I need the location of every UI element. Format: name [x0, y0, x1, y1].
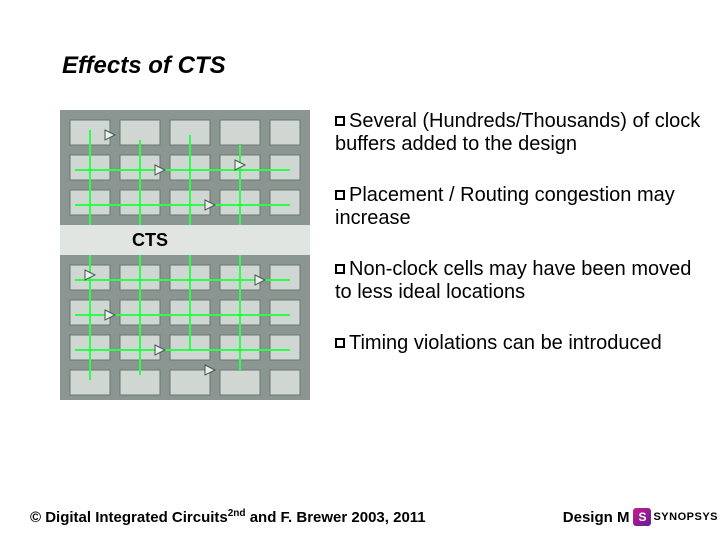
- bullet-item: Non-clock cells may have been moved to l…: [335, 258, 710, 304]
- design-m-text: Design M: [563, 509, 630, 526]
- bullet-text: Several (Hundreds/Thousands) of clock bu…: [335, 110, 700, 155]
- cts-label-text: CTS: [132, 230, 168, 250]
- synopsys-logo: S SYNOPSYS: [633, 508, 718, 526]
- bullet-item: Timing violations can be introduced: [335, 332, 710, 355]
- copyright-text: © Digital Integrated Circuits2nd and F. …: [30, 508, 426, 526]
- footer: © Digital Integrated Circuits2nd and F. …: [0, 508, 720, 526]
- bullet-text: Timing violations can be introduced: [349, 332, 662, 354]
- footer-post: and F. Brewer 2003, 2011: [246, 509, 426, 526]
- logo-s-icon: S: [633, 508, 651, 526]
- footer-sup: 2nd: [228, 508, 246, 519]
- bullet-item: Several (Hundreds/Thousands) of clock bu…: [335, 110, 710, 156]
- bullet-text: Placement / Routing congestion may incre…: [335, 184, 675, 229]
- circuit-svg: CTS: [60, 110, 310, 400]
- logo-text: SYNOPSYS: [653, 511, 718, 523]
- page-title: Effects of CTS: [62, 52, 226, 80]
- bullet-square-icon: [335, 338, 345, 348]
- bullet-square-icon: [335, 190, 345, 200]
- bullet-square-icon: [335, 264, 345, 274]
- bullet-text: Non-clock cells may have been moved to l…: [335, 258, 691, 303]
- bullet-item: Placement / Routing congestion may incre…: [335, 184, 710, 230]
- footer-right: Design M S SYNOPSYS: [563, 508, 720, 526]
- footer-pre: © Digital Integrated Circuits: [30, 509, 228, 526]
- cts-diagram: CTS: [60, 110, 310, 400]
- bullet-square-icon: [335, 116, 345, 126]
- bullet-list: Several (Hundreds/Thousands) of clock bu…: [335, 110, 710, 383]
